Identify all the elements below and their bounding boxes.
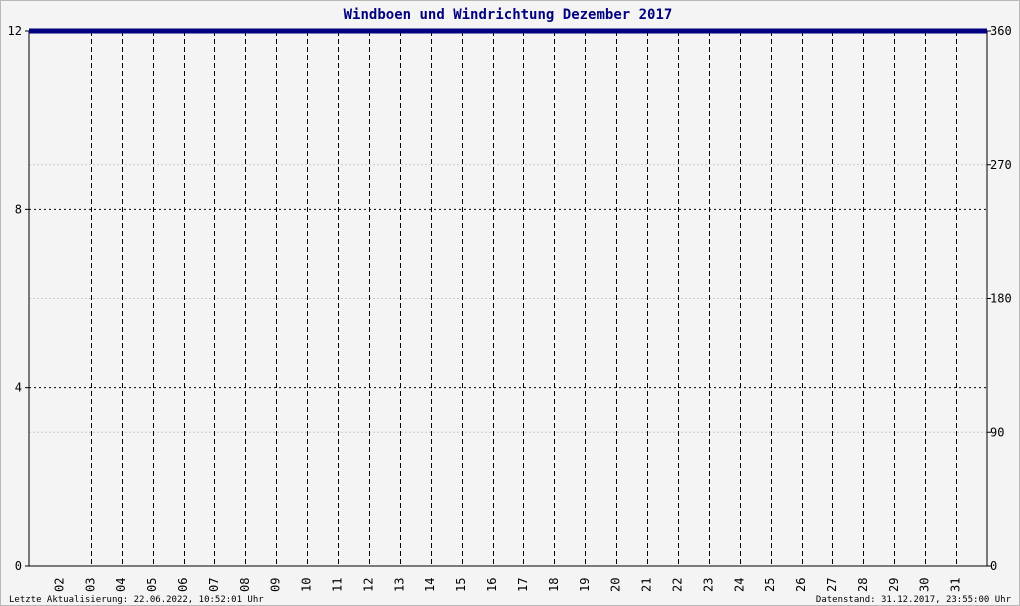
x-tick-label: 11 bbox=[331, 578, 345, 592]
x-tick-label: 08 bbox=[238, 578, 252, 592]
x-tick-label: 17 bbox=[516, 578, 530, 592]
y-right-tick-label: 270 bbox=[990, 158, 1012, 172]
grid-layer bbox=[29, 31, 987, 566]
chart-title: Windboen und Windrichtung Dezember 2017 bbox=[344, 7, 673, 23]
series-point bbox=[923, 29, 927, 33]
series-point bbox=[305, 29, 309, 33]
series-point bbox=[553, 29, 556, 33]
y-left-tick-label: 12 bbox=[8, 24, 22, 38]
x-tick-label: 25 bbox=[763, 578, 777, 592]
series-point bbox=[831, 29, 834, 33]
y-left-tick-label: 0 bbox=[15, 559, 22, 573]
y-left-tick-label: 4 bbox=[15, 381, 22, 395]
x-tick-label: 06 bbox=[176, 578, 190, 592]
series-point bbox=[429, 29, 432, 33]
tick-layer: 0481209018027036002 03 04 05 06 07 08 09 10 11 12 1… bbox=[8, 24, 1012, 592]
y-left-tick-label: 8 bbox=[15, 202, 22, 216]
y-right-tick-label: 360 bbox=[990, 24, 1012, 38]
x-tick-label: 21 bbox=[640, 578, 654, 592]
y-right-tick-label: 180 bbox=[990, 292, 1012, 306]
series-point bbox=[707, 29, 711, 33]
series-point bbox=[213, 29, 216, 33]
x-tick-label: 23 bbox=[701, 578, 715, 592]
x-tick-label: 02 bbox=[52, 578, 66, 592]
x-tick-label: 20 bbox=[609, 578, 623, 592]
axis-layer bbox=[28, 30, 988, 567]
series-point bbox=[614, 29, 618, 33]
series-point bbox=[244, 29, 247, 33]
series-point bbox=[275, 29, 278, 33]
series-point bbox=[800, 29, 803, 33]
x-tick-label: 03 bbox=[83, 578, 97, 592]
x-tick-label: 13 bbox=[392, 578, 406, 592]
x-tick-label: 12 bbox=[361, 578, 375, 592]
x-tick-label: 14 bbox=[423, 578, 437, 592]
series-layer bbox=[29, 28, 987, 34]
series-point bbox=[182, 29, 185, 33]
chart-frame: Windboen und Windrichtung Dezember 2017 … bbox=[0, 0, 1020, 606]
series-point bbox=[491, 29, 494, 33]
x-tick-label: 18 bbox=[547, 578, 561, 592]
series-point bbox=[120, 29, 123, 33]
x-tick-label: 28 bbox=[856, 578, 870, 592]
series-point bbox=[738, 29, 741, 33]
series-point bbox=[58, 29, 62, 33]
x-tick-label: 24 bbox=[732, 578, 746, 592]
series-point bbox=[89, 29, 93, 33]
x-tick-label: 31 bbox=[949, 578, 963, 592]
x-tick-label: 15 bbox=[454, 578, 468, 592]
x-tick-label: 19 bbox=[578, 578, 592, 592]
series-point bbox=[769, 29, 772, 33]
series-point bbox=[862, 29, 865, 33]
footer-last-update: Letzte Aktualisierung: 22.06.2022, 10:52… bbox=[9, 595, 264, 605]
series-point bbox=[893, 29, 896, 33]
series-point bbox=[584, 29, 587, 33]
x-tick-label: 16 bbox=[485, 578, 499, 592]
series-point bbox=[151, 29, 154, 33]
y-right-tick-label: 90 bbox=[990, 425, 1004, 439]
x-tick-label: 04 bbox=[114, 578, 128, 592]
x-tick-label: 27 bbox=[825, 578, 839, 592]
x-tick-label: 05 bbox=[145, 578, 159, 592]
series-point bbox=[522, 29, 525, 33]
x-tick-label: 10 bbox=[300, 578, 314, 592]
series-point bbox=[676, 29, 680, 33]
series-point bbox=[336, 29, 340, 33]
x-tick-label: 26 bbox=[794, 578, 808, 592]
series-point bbox=[398, 29, 402, 33]
series-point bbox=[645, 29, 649, 33]
x-tick-label: 30 bbox=[918, 578, 932, 592]
x-tick-label: 07 bbox=[207, 578, 221, 592]
x-tick-label: 29 bbox=[887, 578, 901, 592]
series-point bbox=[954, 29, 958, 33]
footer-data-status: Datenstand: 31.12.2017, 23:55:00 Uhr bbox=[816, 595, 1012, 605]
y-right-tick-label: 0 bbox=[990, 559, 997, 573]
chart-svg: Windboen und Windrichtung Dezember 2017 … bbox=[8, 7, 1012, 605]
series-point bbox=[367, 29, 371, 33]
plot-frame bbox=[28, 30, 988, 567]
x-tick-label: 22 bbox=[670, 578, 684, 592]
x-tick-label: 09 bbox=[269, 578, 283, 592]
series-point bbox=[460, 29, 463, 33]
